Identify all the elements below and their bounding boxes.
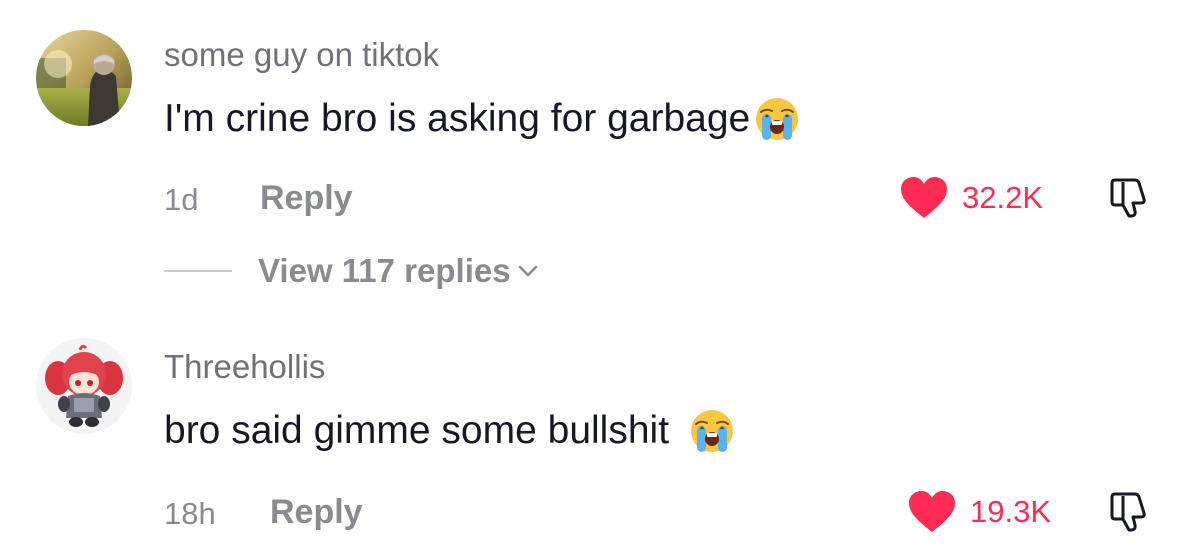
comment-item: some guy on tiktok I'm crine bro is aski… xyxy=(0,0,1200,310)
loudly-crying-face-emoji xyxy=(691,410,734,452)
comment-meta: 18h xyxy=(164,496,216,532)
comment-text: bro said gimme some bullshit xyxy=(164,408,735,454)
divider xyxy=(164,270,232,272)
avatar[interactable] xyxy=(36,338,132,434)
view-replies-button[interactable]: View 117 replies xyxy=(164,252,539,290)
comment-item: Threehollis bro said gimme some bullshit… xyxy=(0,310,1200,554)
reply-button[interactable]: Reply xyxy=(260,179,353,218)
heart-icon xyxy=(909,491,955,532)
view-replies-label: View 117 replies xyxy=(258,252,511,289)
comment-text-content: bro said gimme some bullshit xyxy=(164,409,670,452)
chevron-down-icon xyxy=(518,265,537,277)
comment-text: I'm crine bro is asking for garbage xyxy=(164,96,800,142)
comment-username[interactable]: some guy on tiktok xyxy=(164,36,439,74)
heart-icon xyxy=(901,177,947,218)
dislike-icon[interactable] xyxy=(1108,491,1150,533)
like-button[interactable]: 19.3K xyxy=(908,490,1051,534)
avatar[interactable] xyxy=(36,30,132,126)
avatar-image xyxy=(36,338,132,434)
comment-timestamp: 18h xyxy=(164,496,216,531)
reply-button[interactable]: Reply xyxy=(270,493,363,532)
like-count: 19.3K xyxy=(970,494,1052,529)
like-button[interactable]: 32.2K xyxy=(900,176,1043,220)
comment-timestamp: 1d xyxy=(164,182,199,217)
loudly-crying-face-emoji xyxy=(756,98,799,140)
comment-meta: 1d xyxy=(164,182,198,218)
like-count: 32.2K xyxy=(962,180,1044,215)
dislike-icon[interactable] xyxy=(1108,177,1150,219)
avatar-image xyxy=(36,30,132,126)
comment-text-content: I'm crine bro is asking for garbage xyxy=(164,97,751,140)
comment-username[interactable]: Threehollis xyxy=(164,348,325,386)
